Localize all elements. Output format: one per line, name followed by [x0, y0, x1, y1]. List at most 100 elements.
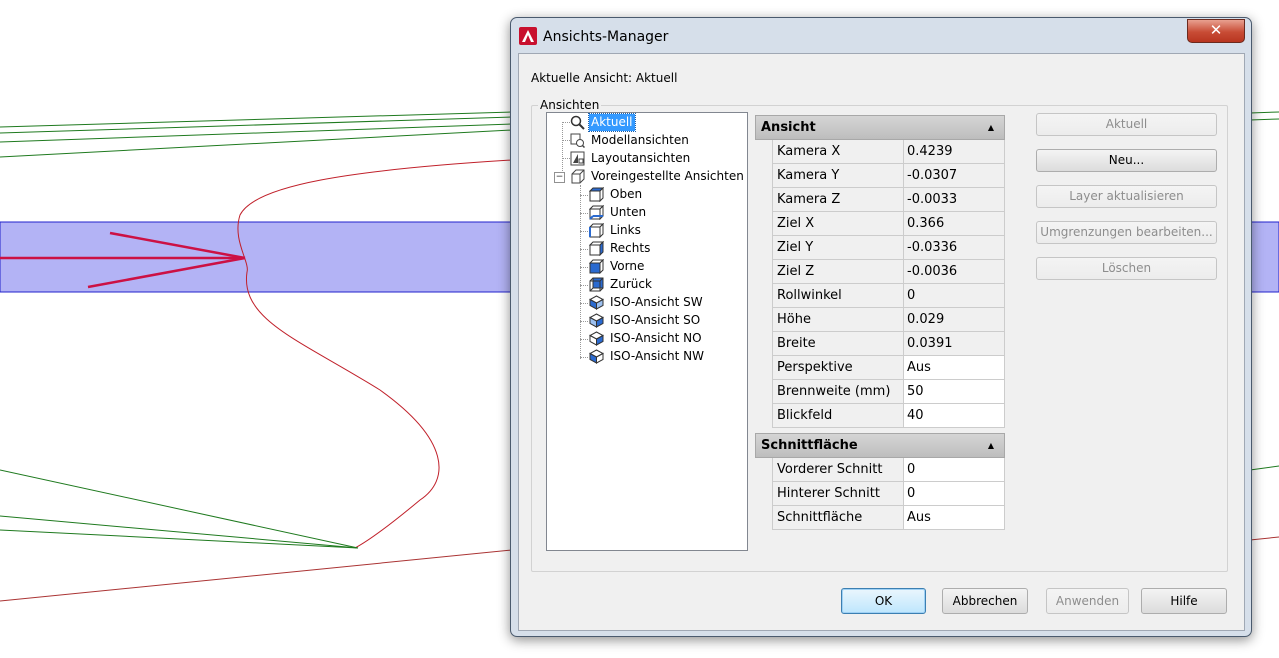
iso-cube-icon — [589, 349, 604, 364]
property-value: -0.0036 — [904, 260, 1004, 283]
apply-button[interactable]: Anwenden — [1046, 588, 1129, 614]
edit-boundaries-button[interactable]: Umgrenzungen bearbeiten... — [1036, 221, 1217, 244]
tree-connector — [580, 195, 588, 196]
current-view-label: Aktuelle Ansicht: Aktuell — [531, 71, 678, 85]
update-layers-button[interactable]: Layer aktualisieren — [1036, 185, 1217, 208]
section-header-schnittflaeche[interactable]: Schnittfläche ▲ — [755, 433, 1005, 458]
help-button[interactable]: Hilfe — [1141, 588, 1227, 614]
new-view-button[interactable]: Neu... — [1036, 149, 1217, 172]
cube-right-icon — [589, 241, 604, 256]
property-name: Ziel Y — [773, 236, 904, 259]
property-value: 0 — [904, 284, 1004, 307]
tree-item-label: ISO-Ansicht NW — [610, 349, 704, 363]
tree-item-label: Links — [610, 223, 641, 237]
dialog-title: Ansichts-Manager — [543, 29, 669, 45]
delete-button[interactable]: Löschen — [1036, 257, 1217, 280]
title-bar[interactable]: Ansichts-Manager ✕ — [511, 18, 1251, 54]
properties-grid: Ansicht ▲ Kamera X 0.4239 Kamera Y -0.0307… — [755, 115, 1005, 530]
views-tree[interactable]: Aktuell Modellansichten Layoutansichten … — [546, 112, 748, 551]
property-name: Perspektive — [773, 356, 904, 379]
field-of-view-field[interactable]: 40 — [904, 404, 1004, 427]
property-value: -0.0033 — [904, 188, 1004, 211]
property-value: -0.0307 — [904, 164, 1004, 187]
views-group-title: Ansichten — [538, 98, 602, 112]
property-row: Höhe 0.029 — [772, 308, 1005, 332]
tree-connector-children — [580, 185, 581, 359]
iso-cube-icon — [589, 295, 604, 310]
front-clip-field[interactable]: 0 — [904, 458, 1004, 481]
focal-length-field[interactable]: 50 — [904, 380, 1004, 403]
property-row[interactable]: Blickfeld 40 — [772, 404, 1005, 428]
property-row: Kamera Y -0.0307 — [772, 164, 1005, 188]
property-name: Vorderer Schnitt — [773, 458, 904, 481]
property-row: Breite 0.0391 — [772, 332, 1005, 356]
property-name: Kamera Y — [773, 164, 904, 187]
section-title: Ansicht — [761, 120, 816, 135]
section-header-ansicht[interactable]: Ansicht ▲ — [755, 115, 1005, 140]
tree-connector — [580, 357, 588, 358]
property-row[interactable]: Brennweite (mm) 50 — [772, 380, 1005, 404]
red-line-right — [1249, 536, 1279, 541]
tree-item-label: Rechts — [610, 241, 651, 255]
tree-connector — [580, 249, 588, 250]
iso-cube-icon — [589, 313, 604, 328]
tree-connector — [562, 140, 570, 141]
property-row: Ziel X 0.366 — [772, 212, 1005, 236]
layout-views-icon — [570, 151, 585, 166]
property-row[interactable]: Schnittfläche Aus — [772, 506, 1005, 530]
property-row: Ziel Y -0.0336 — [772, 236, 1005, 260]
view-manager-dialog: Ansichts-Manager ✕ Aktuelle Ansicht: Akt… — [510, 17, 1252, 637]
property-name: Brennweite (mm) — [773, 380, 904, 403]
property-value: -0.0336 — [904, 236, 1004, 259]
property-row: Ziel Z -0.0036 — [772, 260, 1005, 284]
cube-top-icon — [589, 187, 604, 202]
clipping-field[interactable]: Aus — [904, 506, 1004, 529]
cancel-button[interactable]: Abbrechen — [942, 588, 1028, 614]
property-name: Breite — [773, 332, 904, 355]
property-name: Ziel Z — [773, 260, 904, 283]
property-row: Rollwinkel 0 — [772, 284, 1005, 308]
property-value: 0.0391 — [904, 332, 1004, 355]
back-clip-field[interactable]: 0 — [904, 482, 1004, 505]
collapse-arrow-icon[interactable]: ▲ — [988, 434, 994, 457]
tree-item-label: Unten — [610, 205, 647, 219]
tree-collapse-toggle[interactable]: − — [554, 172, 565, 183]
property-name: Höhe — [773, 308, 904, 331]
property-name: Ziel X — [773, 212, 904, 235]
red-line-bottom — [0, 549, 513, 602]
cube-left-icon — [589, 223, 604, 238]
tree-connector — [580, 213, 588, 214]
property-name: Rollwinkel — [773, 284, 904, 307]
tree-connector — [580, 339, 588, 340]
perspective-value-field[interactable]: Aus — [904, 356, 1004, 379]
property-name: Kamera Z — [773, 188, 904, 211]
property-value: 0.4239 — [904, 140, 1004, 163]
collapse-arrow-icon[interactable]: ▲ — [988, 116, 994, 139]
ok-button[interactable]: OK — [841, 588, 926, 614]
property-row[interactable]: Vorderer Schnitt 0 — [772, 458, 1005, 482]
tree-item-label: Voreingestellte Ansichten — [591, 169, 744, 183]
property-row[interactable]: Perspektive Aus — [772, 356, 1005, 380]
tree-connector — [580, 267, 588, 268]
tree-connector — [580, 303, 588, 304]
tree-connector — [562, 158, 570, 159]
section-title: Schnittfläche — [761, 438, 858, 453]
model-views-icon — [570, 133, 585, 148]
tree-item-label: ISO-Ansicht SW — [610, 295, 703, 309]
tree-item-label: Oben — [610, 187, 643, 201]
cube-bottom-icon — [589, 205, 604, 220]
property-row[interactable]: Hinterer Schnitt 0 — [772, 482, 1005, 506]
tree-connector — [562, 122, 570, 123]
property-name: Kamera X — [773, 140, 904, 163]
cube-back-icon — [589, 277, 604, 292]
tree-item-label: Aktuell — [588, 113, 636, 132]
tree-item-label: ISO-Ansicht SO — [610, 313, 701, 327]
preset-views-icon — [571, 169, 585, 184]
tree-item-label: Modellansichten — [591, 133, 689, 147]
property-row: Kamera X 0.4239 — [772, 140, 1005, 164]
set-current-button[interactable]: Aktuell — [1036, 113, 1217, 136]
close-button[interactable]: ✕ — [1187, 19, 1245, 43]
highlight-band-right — [1249, 221, 1279, 293]
property-name: Blickfeld — [773, 404, 904, 427]
dialog-client-area: Aktuelle Ansicht: Aktuell Ansichten Aktu… — [518, 53, 1245, 631]
